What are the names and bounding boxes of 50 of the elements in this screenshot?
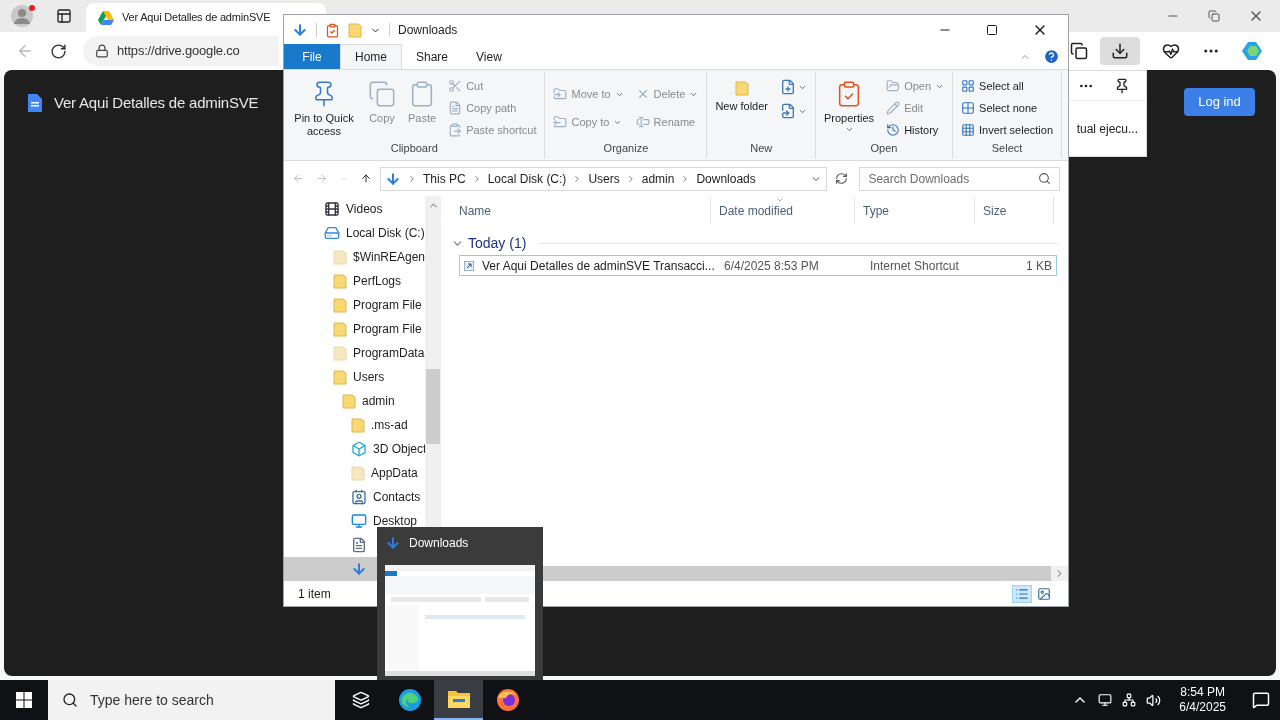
button-label: Select none — [979, 100, 1038, 116]
nav-label: PerfLogs — [353, 273, 402, 290]
group-label: Clipboard — [389, 141, 439, 156]
button-label: Pin to Quick access — [293, 112, 355, 138]
button-label: New folder — [715, 100, 768, 113]
button-label: Paste — [408, 112, 437, 125]
nav-label: admin — [362, 393, 395, 410]
button-label: Invert selection — [979, 122, 1054, 138]
button-label: Cut — [466, 78, 484, 94]
download-item-text: tual ejecu... — [1076, 120, 1138, 138]
nav-label: 3D Object — [373, 441, 427, 458]
button-label: Edit — [904, 100, 924, 116]
nav-label: Local Disk (C:) — [346, 225, 425, 242]
group-label: Select — [990, 141, 1024, 156]
document-title: Ver Aqui Detalles de adminSVE — [54, 93, 259, 113]
nav-label: Program File — [353, 297, 422, 314]
search-placeholder: Type here to search — [90, 690, 214, 710]
file-name: Ver Aqui Detalles de adminSVE Transacci... — [482, 257, 715, 275]
search-placeholder: Search Downloads — [868, 170, 971, 188]
status-text: 1 item — [298, 586, 331, 603]
nav-label: .ms-ad — [371, 417, 408, 434]
nav-label: Videos — [346, 201, 383, 218]
button-label: Copy path — [466, 100, 517, 116]
group-label: New — [749, 140, 774, 156]
button-label: Properties — [824, 112, 875, 125]
button-label: Rename — [653, 114, 696, 130]
button-label: Select all — [979, 78, 1024, 94]
group-label: Organize — [602, 140, 650, 156]
file-type: Internet Shortcut — [869, 257, 960, 275]
tab-title: Ver Aqui Detalles de adminSVE — [122, 10, 271, 26]
button-label: Delete — [653, 86, 686, 102]
button-label: Paste shortcut — [466, 122, 537, 138]
nav-label: Users — [353, 369, 385, 386]
nav-label: Program File — [353, 321, 422, 338]
button-label: Move to — [571, 86, 611, 102]
file-date: 6/4/2025 8:53 PM — [723, 257, 820, 275]
nav-label: Desktop — [373, 513, 418, 530]
file-size: 1 KB — [1025, 257, 1053, 275]
button-label: Copy — [369, 112, 395, 125]
window-title: Downloads — [398, 22, 458, 39]
group-label: Open — [869, 141, 899, 156]
thumbnail-title: Downloads — [409, 535, 469, 552]
nav-label: AppData — [371, 465, 418, 482]
nav-label: $WinREAgen — [353, 249, 426, 266]
nav-label: Contacts — [373, 489, 421, 506]
nav-label: ProgramData — [353, 345, 425, 362]
button-label: Open — [904, 78, 932, 94]
button-label: Copy to — [571, 114, 610, 130]
url-text: https://drive.google.co — [117, 42, 240, 61]
button-label: History — [904, 122, 939, 138]
